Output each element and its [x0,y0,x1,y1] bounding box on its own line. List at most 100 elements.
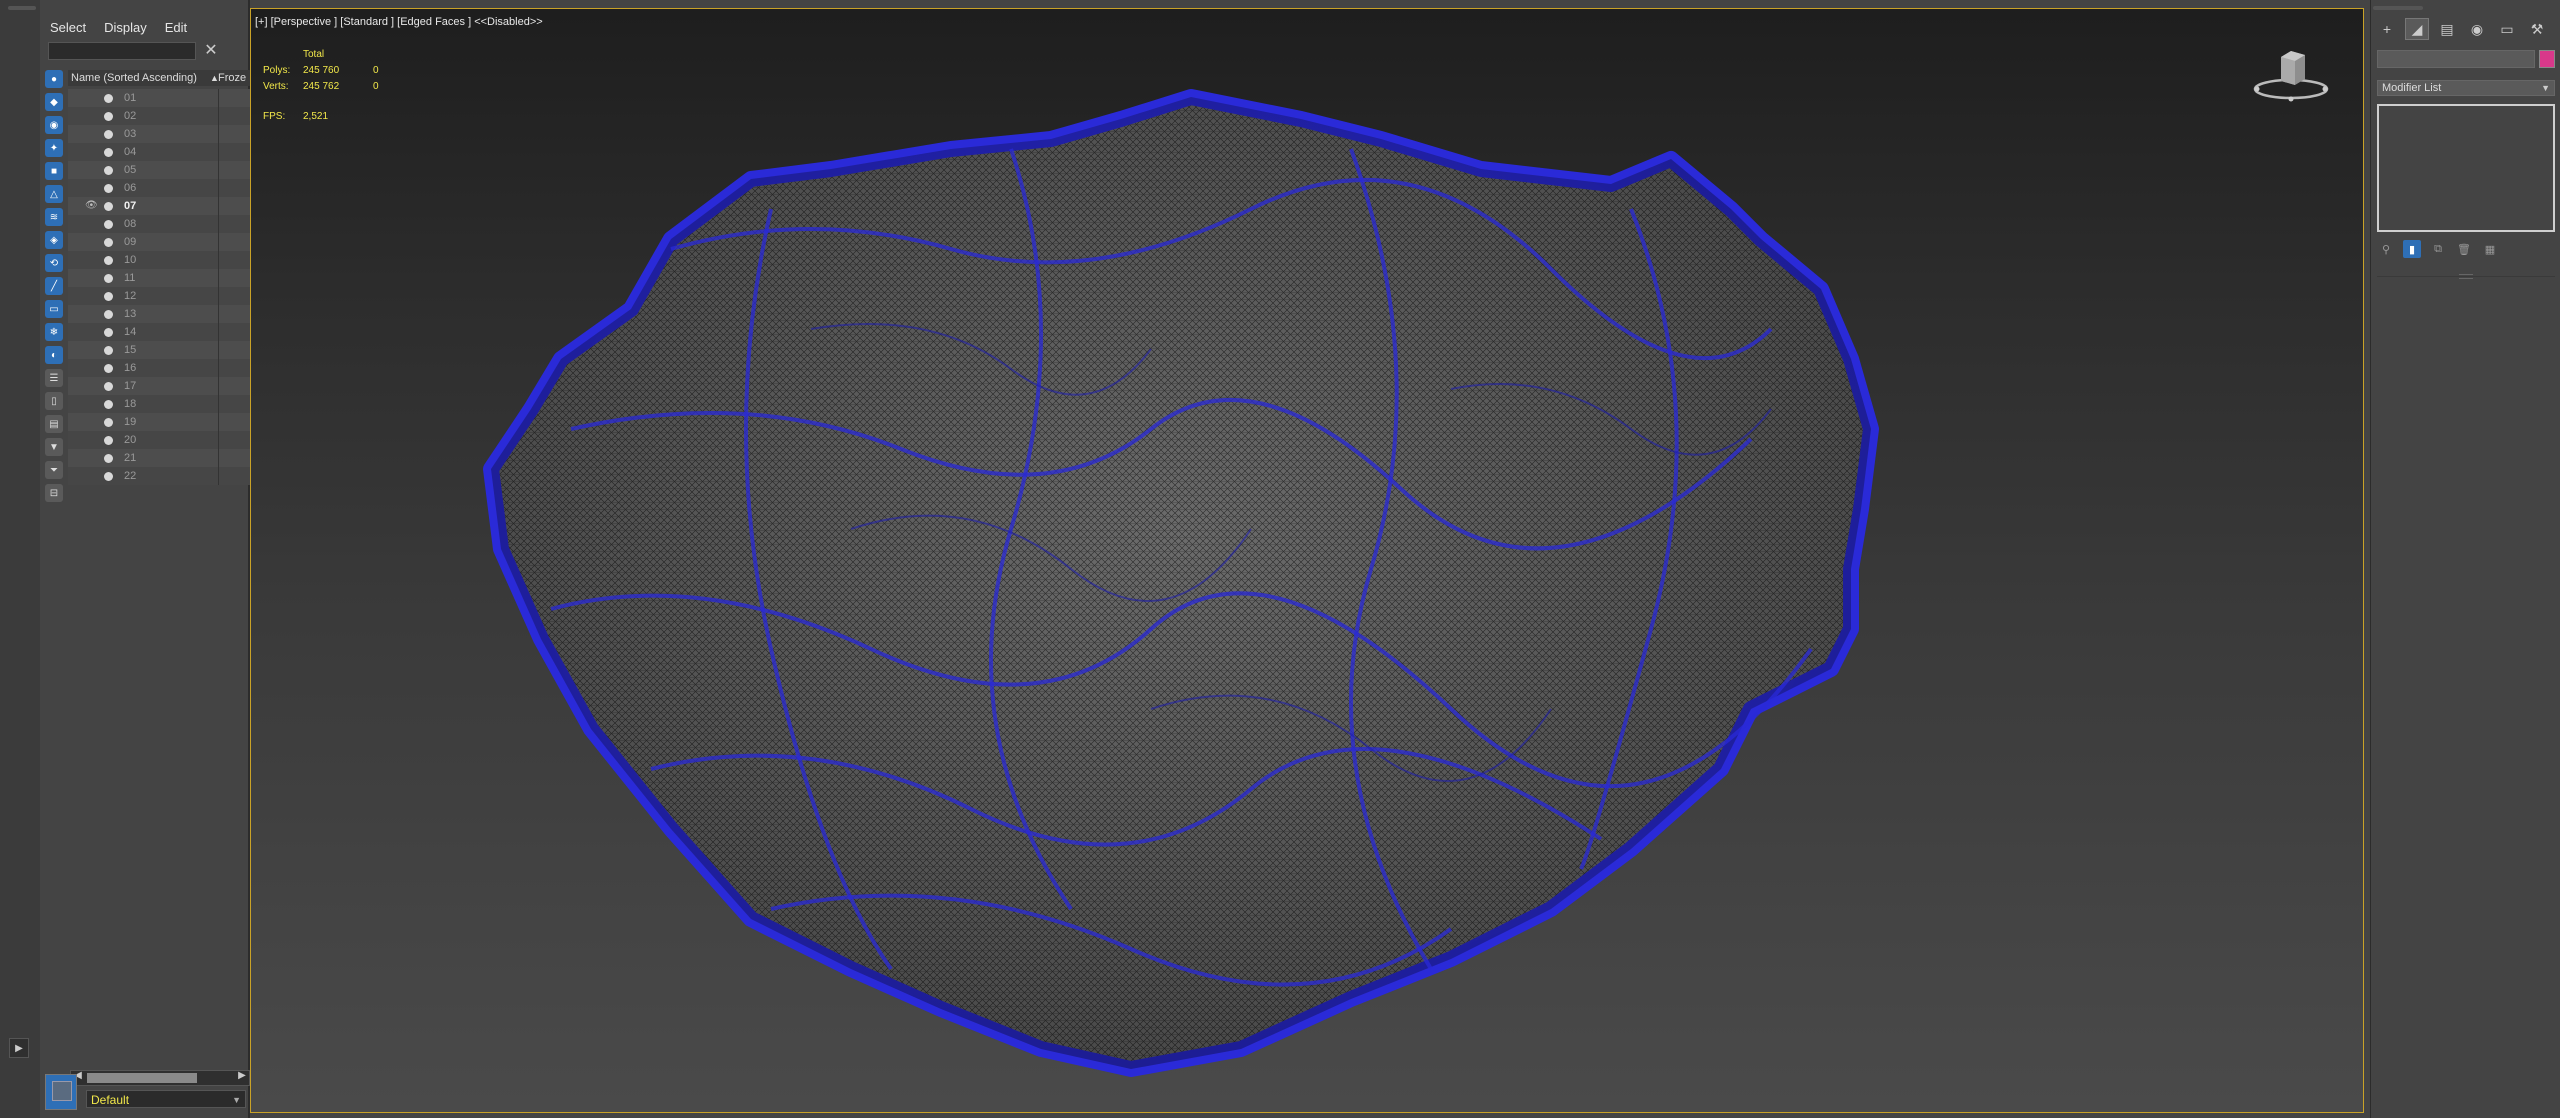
column-frozen-header[interactable]: Froze [218,70,246,86]
visibility-eye-icon[interactable] [85,362,97,374]
motion-tab-icon[interactable]: ◉ [2465,18,2489,40]
drag-grip[interactable] [2373,6,2423,10]
visibility-eye-icon[interactable] [85,92,97,104]
page-icon[interactable]: ▯ [45,392,63,410]
search-input[interactable] [48,42,196,60]
column-divider [218,431,219,449]
modifier-list-dropdown[interactable]: Modifier List ▼ [2377,80,2555,96]
remove-modifier-icon[interactable]: 🗑 [2455,240,2473,258]
column-divider [218,161,219,179]
create-tab-icon[interactable]: + [2375,18,2399,40]
display-tab-icon[interactable]: ▭ [2495,18,2519,40]
shapes-filter-icon[interactable]: ◉ [45,116,63,134]
object-type-icon [104,346,113,355]
visibility-eye-icon[interactable] [85,434,97,446]
groups-filter-icon[interactable]: ◈ [45,231,63,249]
visibility-eye-icon[interactable] [85,110,97,122]
object-type-icon [104,94,113,103]
visibility-eye-icon[interactable] [85,182,97,194]
visibility-eye-icon[interactable] [85,398,97,410]
visibility-eye-icon[interactable] [85,416,97,428]
perspective-viewport[interactable]: [+] [Perspective ] [Standard ] [Edged Fa… [250,8,2364,1113]
visibility-eye-icon[interactable] [85,164,97,176]
layer-dropdown[interactable]: Default ▼ [86,1090,246,1108]
object-type-icon [104,148,113,157]
utilities-tab-icon[interactable]: ⚒ [2525,18,2549,40]
play-icon[interactable]: ▶ [9,1038,29,1058]
scrollbar-thumb[interactable] [87,1073,197,1083]
object-name: 05 [124,161,136,179]
document-icon[interactable]: ▤ [45,415,63,433]
viewport-label-menu[interactable]: [+] [Perspective ] [Standard ] [Edged Fa… [255,16,543,28]
visibility-eye-icon[interactable] [85,272,97,284]
visibility-eye-icon[interactable] [85,326,97,338]
visibility-eye-icon[interactable] [85,344,97,356]
menu-display[interactable]: Display [104,18,147,37]
polys-total: 245 760 [303,63,373,79]
modifier-stack[interactable] [2377,104,2555,232]
object-type-icon [104,436,113,445]
visibility-eye-icon[interactable] [85,380,97,392]
pin-stack-icon[interactable]: ⚲ [2377,240,2395,258]
helpers-filter-icon[interactable]: △ [45,185,63,203]
visibility-eye-icon[interactable] [85,146,97,158]
show-end-result-icon[interactable]: ▮ [2403,240,2421,258]
fps-value: 2,521 [303,109,373,125]
column-divider [218,341,219,359]
viewcube-icon[interactable] [2251,45,2331,105]
visibility-eye-icon[interactable] [85,308,97,320]
horizontal-scrollbar[interactable]: ◀ ▶ [70,1070,250,1086]
geometry-filter-icon[interactable]: ◆ [45,93,63,111]
modify-tab-icon[interactable]: ◢ [2405,18,2429,40]
display-none-icon[interactable]: ● [45,70,63,88]
column-divider [218,251,219,269]
explorer-menu: Select Display Edit [50,18,187,37]
object-color-swatch[interactable] [2539,50,2555,68]
visibility-eye-icon[interactable] [85,128,97,140]
object-name: 03 [124,125,136,143]
polys-selected: 0 [373,63,379,79]
column-divider [218,233,219,251]
object-name: 16 [124,359,136,377]
command-panel-tabs: + ◢ ▤ ◉ ▭ ⚒ [2375,18,2549,40]
column-name-header[interactable]: Name (Sorted Ascending) [71,70,197,86]
containers-filter-icon[interactable]: ▭ [45,300,63,318]
visibility-eye-icon[interactable]: 👁 [85,200,97,212]
visibility-eye-icon[interactable] [85,254,97,266]
menu-edit[interactable]: Edit [165,18,187,37]
scene-explorer: Select Display Edit ✕ ● ◆ ◉ ✦ ■ △ ≋ ◈ ⟲ … [40,0,250,1118]
visibility-eye-icon[interactable] [85,290,97,302]
menu-select[interactable]: Select [50,18,86,37]
visibility-eye-icon[interactable] [85,236,97,248]
layer-explorer-icon[interactable] [45,1074,77,1110]
bones-filter-icon[interactable]: ╱ [45,277,63,295]
make-unique-icon[interactable]: ⧉ [2429,240,2447,258]
drag-grip[interactable] [8,6,36,10]
object-name: 18 [124,395,136,413]
hierarchy-tab-icon[interactable]: ▤ [2435,18,2459,40]
lights-filter-icon[interactable]: ✦ [45,139,63,157]
stack-toolbar: ⚲ ▮ ⧉ 🗑 ▦ [2377,240,2499,258]
object-name: 11 [124,269,135,287]
object-name: 15 [124,341,136,359]
frozen-filter-icon[interactable]: ❄ [45,323,63,341]
funnel-icon[interactable]: ▼ [45,438,63,456]
filter-icon[interactable]: ⏷ [45,461,63,479]
object-name-field[interactable] [2377,50,2535,68]
list-icon[interactable]: ☰ [45,369,63,387]
spacewarps-filter-icon[interactable]: ≋ [45,208,63,226]
configure-sets-icon[interactable]: ▦ [2481,240,2499,258]
resize-grip[interactable] [2459,274,2473,279]
chevron-right-icon[interactable]: ▶ [235,1070,249,1081]
object-name: 10 [124,251,136,269]
visibility-eye-icon[interactable] [85,218,97,230]
polys-label: Polys: [263,63,303,79]
visibility-eye-icon[interactable] [85,452,97,464]
layer-manager-icon[interactable]: ⊟ [45,484,63,502]
hidden-filter-icon[interactable]: ◐ [45,346,63,364]
object-name: 19 [124,413,136,431]
xrefs-filter-icon[interactable]: ⟲ [45,254,63,272]
cameras-filter-icon[interactable]: ■ [45,162,63,180]
visibility-eye-icon[interactable] [85,470,97,482]
close-icon[interactable]: ✕ [202,42,220,60]
